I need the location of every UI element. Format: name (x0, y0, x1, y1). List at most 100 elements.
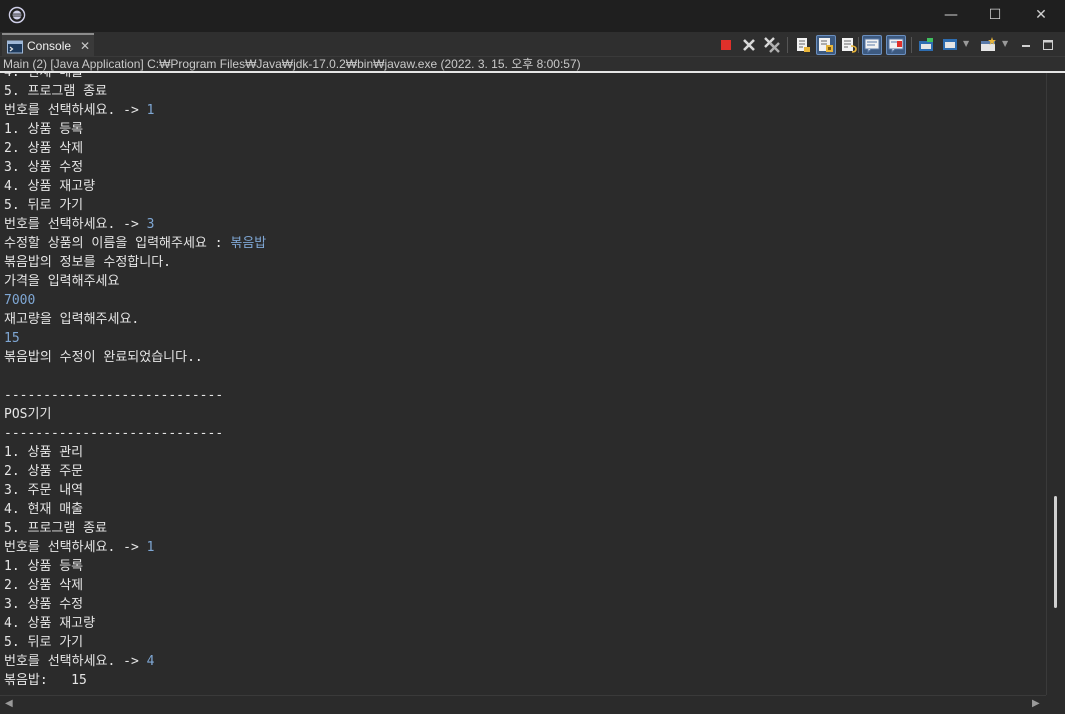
console-line: ---------------------------- (4, 424, 1044, 443)
remove-all-terminated-icon[interactable] (762, 35, 782, 55)
console-output-text: ---------------------------- (4, 388, 224, 403)
console-line: 가격을 입력해주세요 (4, 272, 1044, 291)
console-line: POS기기 (4, 405, 1044, 424)
close-window-button[interactable]: ✕ (1018, 0, 1064, 32)
terminate-icon[interactable] (716, 35, 736, 55)
console-output-text: 3. 상품 수정 (4, 597, 84, 612)
console-output-text: 번호를 선택하세요. -> (4, 654, 147, 669)
console-line: 번호를 선택하세요. -> 3 (4, 215, 1044, 234)
console-line: 2. 상품 주문 (4, 462, 1044, 481)
console-output-text: 3. 상품 수정 (4, 160, 84, 175)
console-line: 재고량을 입력해주세요. (4, 310, 1044, 329)
console-line: 3. 상품 수정 (4, 158, 1044, 177)
console-line: 번호를 선택하세요. -> 4 (4, 652, 1044, 671)
console-output-text: POS기기 (4, 407, 52, 422)
console-line: 볶음밥의 수정이 완료되었습니다.. (4, 348, 1044, 367)
console-line: 번호를 선택하세요. -> 1 (4, 538, 1044, 557)
scroll-lock-icon[interactable] (816, 35, 836, 55)
console-line: 15 (4, 329, 1044, 348)
launch-info-bar: Main (2) [Java Application] C:₩Program F… (0, 57, 1065, 72)
vertical-scrollbar-thumb[interactable] (1054, 496, 1057, 608)
console-user-input: 3 (146, 217, 155, 232)
console-output-text: 1. 상품 등록 (4, 559, 84, 574)
eclipse-icon (8, 6, 26, 24)
console-line: 4. 상품 재고량 (4, 177, 1044, 196)
console-output-text: 2. 상품 삭제 (4, 578, 84, 593)
console-output-text: 2. 상품 삭제 (4, 141, 84, 156)
maximize-view-icon[interactable] (1038, 35, 1058, 55)
close-tab-icon[interactable]: ✕ (80, 39, 90, 53)
console-output-text: 볶음밥의 정보를 수정합니다. (4, 255, 172, 270)
minimize-window-button[interactable]: — (928, 0, 974, 32)
console-output-text: 4. 상품 재고량 (4, 179, 96, 194)
word-wrap-icon[interactable] (839, 35, 859, 55)
console-lines: 4. 현재 매출5. 프로그램 종료번호를 선택하세요. -> 11. 상품 등… (4, 73, 1044, 690)
console-line: 1. 상품 등록 (4, 557, 1044, 576)
console-line: 7000 (4, 291, 1044, 310)
console-output-text: 1. 상품 등록 (4, 122, 84, 137)
console-output-text: 볶음밥: 15 (4, 673, 87, 688)
console-output-text: 4. 상품 재고량 (4, 616, 96, 631)
scroll-left-icon[interactable]: ◀ (5, 698, 13, 709)
console-output-text: 볶음밥의 수정이 완료되었습니다.. (4, 350, 203, 365)
console-line: 5. 뒤로 가기 (4, 196, 1044, 215)
chevron-down-icon[interactable]: ▼ (1002, 39, 1008, 48)
console-output-text: 1. 상품 관리 (4, 445, 84, 460)
minimize-view-icon[interactable] (1016, 35, 1036, 55)
toolbar-separator (858, 37, 859, 53)
tab-console[interactable]: Console ✕ (2, 33, 94, 57)
console-user-input: 7000 (4, 293, 36, 308)
console-line: 2. 상품 삭제 (4, 139, 1044, 158)
remove-launch-icon[interactable] (739, 35, 759, 55)
console-line: 2. 상품 삭제 (4, 576, 1044, 595)
console-line: 4. 현재 매출 (4, 73, 1044, 82)
console-output-text: 수정할 상품의 이름을 입력해주세요 : (4, 236, 231, 251)
display-selected-console-icon[interactable] (940, 35, 960, 55)
console-output-text: 5. 프로그램 종료 (4, 84, 108, 99)
console-user-input: 1 (146, 103, 155, 118)
console-output-text: 4. 현재 매출 (4, 502, 84, 517)
console-user-input: 4 (146, 654, 155, 669)
console-line: 5. 뒤로 가기 (4, 633, 1044, 652)
console-line: 3. 상품 수정 (4, 595, 1044, 614)
console-output-text: ---------------------------- (4, 426, 224, 441)
console-user-input: 볶음밥 (230, 236, 267, 251)
console-output-text: 번호를 선택하세요. -> (4, 103, 147, 118)
console-user-input: 1 (146, 540, 155, 555)
console-line: 수정할 상품의 이름을 입력해주세요 : 볶음밥 (4, 234, 1044, 253)
console-line: 볶음밥의 정보를 수정합니다. (4, 253, 1044, 272)
show-on-stderr-icon[interactable] (886, 35, 906, 55)
pin-console-icon[interactable] (916, 35, 936, 55)
console-user-input: 15 (4, 331, 20, 346)
chevron-down-icon[interactable]: ▼ (963, 39, 969, 48)
console-line: 볶음밥: 15 (4, 671, 1044, 690)
scroll-right-icon[interactable]: ▶ (1032, 698, 1040, 709)
console-icon (7, 39, 23, 54)
console-output-text: 5. 뒤로 가기 (4, 198, 84, 213)
clear-console-icon[interactable] (793, 35, 813, 55)
console-output-text: 번호를 선택하세요. -> (4, 540, 147, 555)
console-output-text: 번호를 선택하세요. -> (4, 217, 147, 232)
console-output-text: 2. 상품 주문 (4, 464, 84, 479)
console-line: 1. 상품 등록 (4, 120, 1044, 139)
horizontal-scrollbar[interactable]: ◀ ▶ (0, 695, 1046, 714)
show-on-stdout-icon[interactable] (862, 35, 882, 55)
maximize-window-button[interactable]: ☐ (972, 0, 1018, 32)
console-line: 1. 상품 관리 (4, 443, 1044, 462)
open-console-icon[interactable] (978, 35, 998, 55)
console-line: 5. 프로그램 종료 (4, 519, 1044, 538)
console-output[interactable]: 4. 현재 매출5. 프로그램 종료번호를 선택하세요. -> 11. 상품 등… (0, 73, 1046, 695)
console-line: 4. 현재 매출 (4, 500, 1044, 519)
console-output-text: 재고량을 입력해주세요. (4, 312, 140, 327)
console-line: 3. 주문 내역 (4, 481, 1044, 500)
scrollbar-corner (1046, 695, 1065, 714)
console-output-text: 4. 현재 매출 (4, 73, 83, 80)
console-line: 4. 상품 재고량 (4, 614, 1044, 633)
toolbar-separator (911, 37, 912, 53)
vertical-scrollbar[interactable] (1046, 73, 1065, 695)
toolbar-separator (787, 37, 788, 53)
console-output-text: 3. 주문 내역 (4, 483, 84, 498)
console-output-text: 5. 뒤로 가기 (4, 635, 84, 650)
console-output-text: 가격을 입력해주세요 (4, 274, 120, 289)
